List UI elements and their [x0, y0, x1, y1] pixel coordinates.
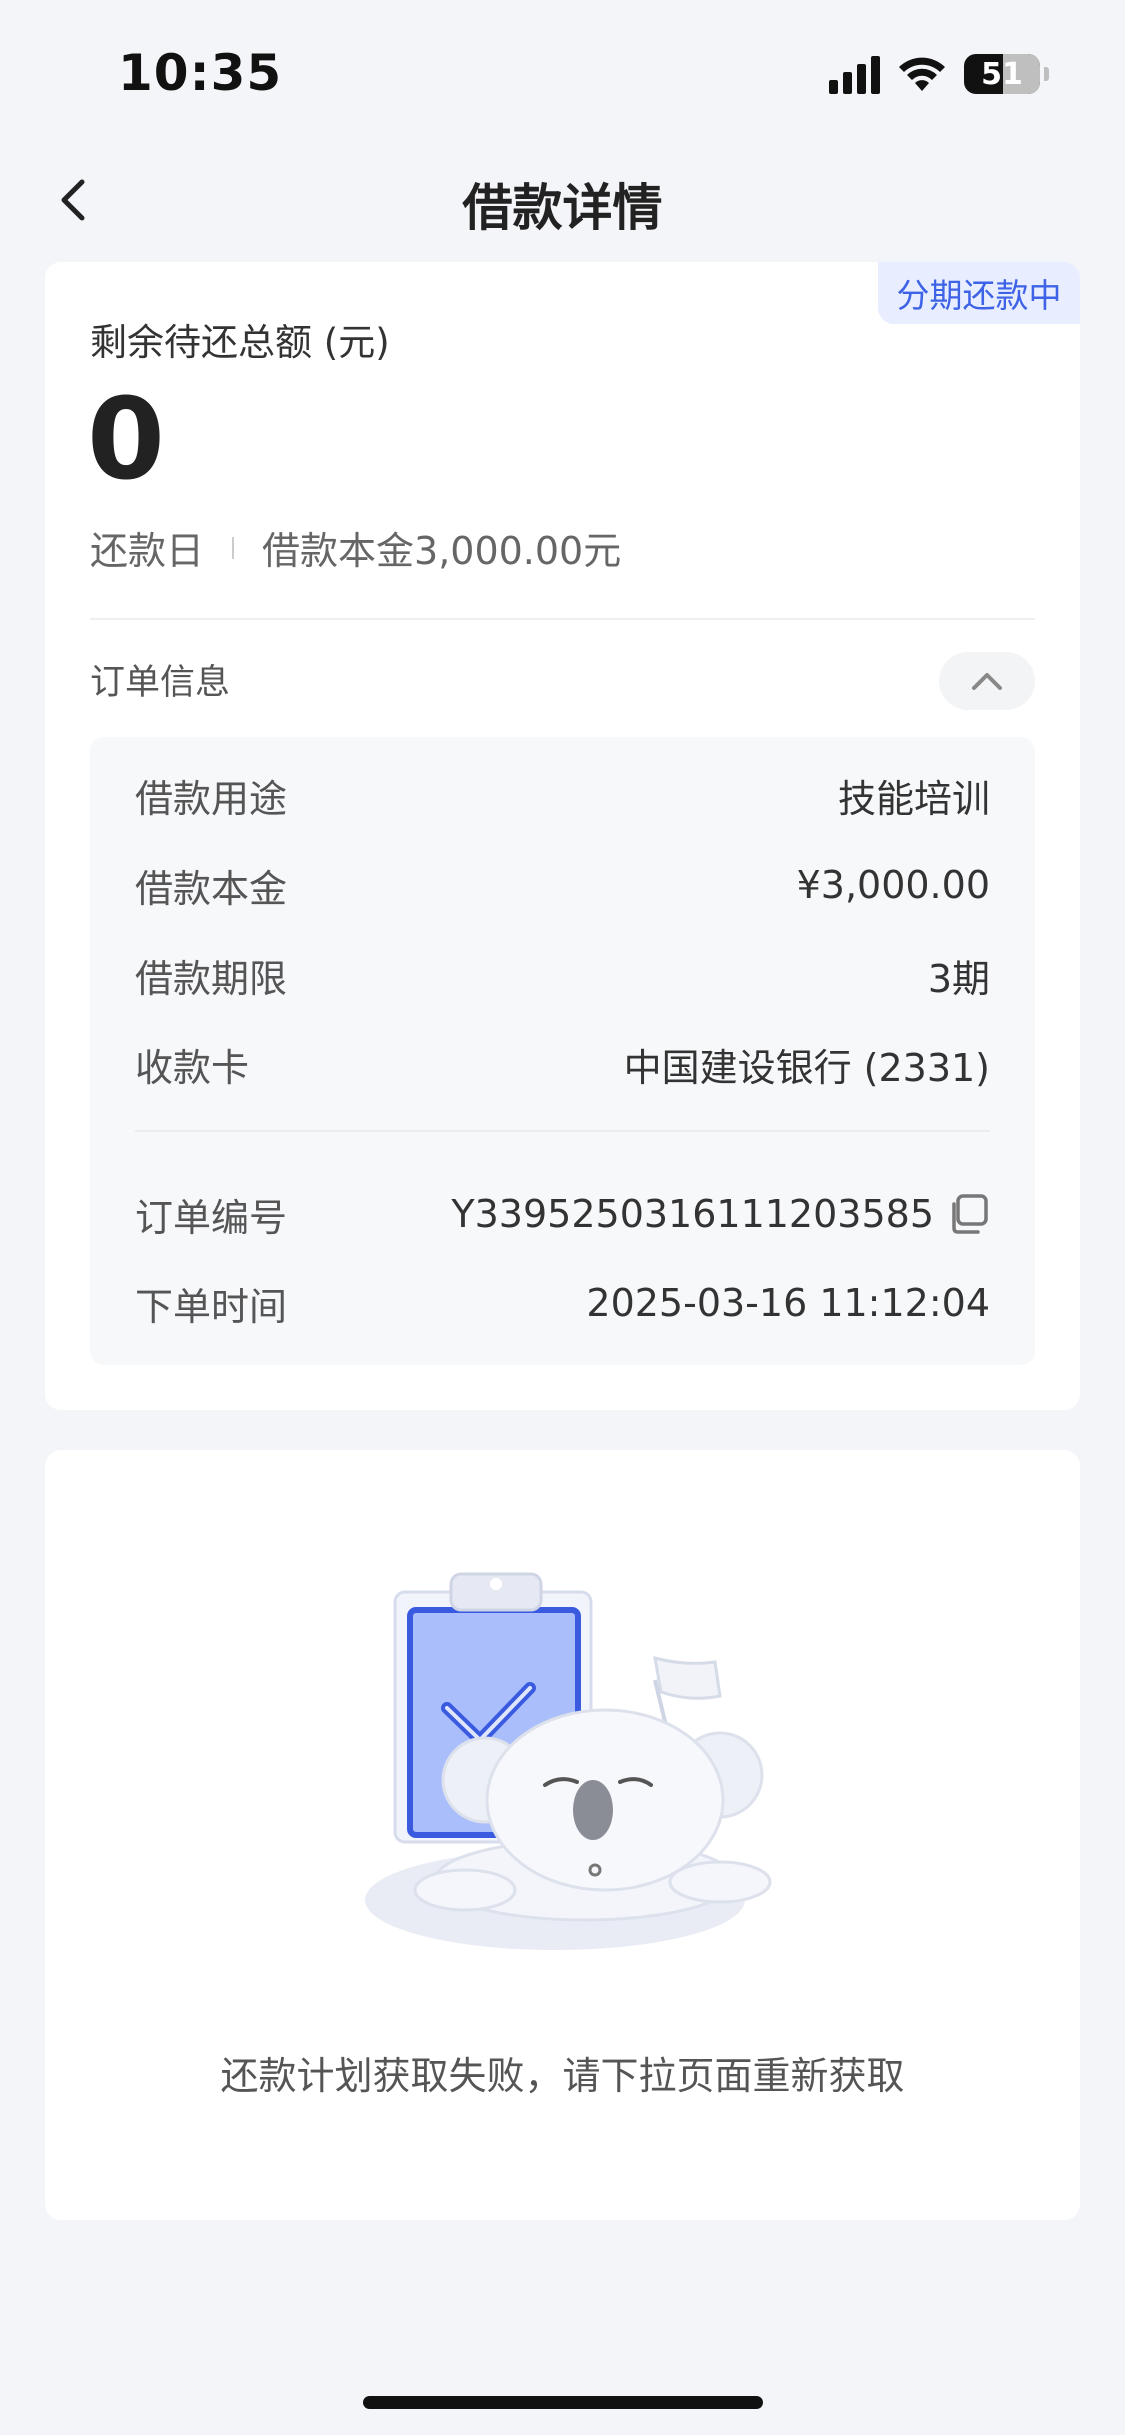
detail-label: 借款期限 [135, 956, 288, 1001]
detail-value: 3期 [927, 956, 990, 1001]
divider [90, 618, 1035, 620]
loan-summary-card: 分期还款中 剩余待还总额 (元) 0 还款日 借款本金3,000.00元 订单信… [45, 262, 1080, 1410]
detail-row-order-time: 下单时间 2025-03-16 11:12:04 [135, 1273, 990, 1333]
status-icons: 51 [829, 52, 1049, 96]
detail-row-order-number: 订单编号 Y3395250316111203585 [135, 1184, 990, 1244]
detail-value: 技能培训 [837, 776, 990, 821]
detail-label: 下单时间 [135, 1284, 288, 1329]
detail-label: 借款本金 [135, 866, 288, 911]
detail-value: ¥3,000.00 [796, 863, 990, 907]
remaining-total-amount: 0 [87, 375, 165, 505]
detail-label: 借款用途 [135, 776, 288, 821]
chevron-up-icon [972, 673, 1002, 690]
repay-day-label: 还款日 [90, 529, 205, 573]
repayment-plan-card: 还款计划获取失败，请下拉页面重新获取 [45, 1450, 1080, 2220]
detail-value: 中国建设银行 (2331) [623, 1045, 990, 1090]
battery-level: 51 [981, 56, 1023, 92]
status-badge: 分期还款中 [878, 262, 1080, 324]
battery-icon: 51 [964, 54, 1040, 94]
detail-label: 收款卡 [135, 1045, 250, 1090]
order-number-value: Y3395250316111203585 [451, 1192, 934, 1236]
detail-row-bank-card: 收款卡 中国建设银行 (2331) [135, 1034, 990, 1094]
order-detail-box: 借款用途 技能培训 借款本金 ¥3,000.00 借款期限 3期 收款卡 中国建… [90, 737, 1035, 1365]
divider [232, 536, 235, 559]
wifi-icon [899, 57, 945, 91]
collapse-order-info-button[interactable] [939, 652, 1035, 710]
loan-detail-page: 10:35 51 借款详情 分期还款中 剩余待还总额 (元) 0 还款日 借款本… [0, 0, 1125, 2435]
order-number-value-group: Y3395250316111203585 [451, 1192, 990, 1236]
principal-text: 借款本金3,000.00元 [262, 529, 622, 573]
detail-row-principal: 借款本金 ¥3,000.00 [135, 855, 990, 915]
cellular-signal-icon [829, 54, 880, 94]
order-info-title: 订单信息 [90, 663, 231, 703]
copy-icon[interactable] [948, 1192, 990, 1236]
status-bar: 10:35 51 [0, 0, 1125, 140]
status-time: 10:35 [118, 44, 283, 102]
plan-error-message: 还款计划获取失败，请下拉页面重新获取 [220, 2054, 905, 2098]
detail-label: 订单编号 [135, 1195, 288, 1240]
page-title: 借款详情 [462, 179, 663, 237]
repay-info-row: 还款日 借款本金3,000.00元 [90, 520, 621, 575]
detail-row-purpose: 借款用途 技能培训 [135, 765, 990, 825]
detail-value: 2025-03-16 11:12:04 [586, 1281, 990, 1325]
home-indicator[interactable] [363, 2396, 763, 2409]
divider [135, 1130, 990, 1132]
remaining-total-label: 剩余待还总额 (元) [90, 321, 390, 364]
sleeping-koala-clipboard-illustration [365, 1572, 772, 1950]
detail-row-term: 借款期限 3期 [135, 945, 990, 1005]
nav-bar: 借款详情 [0, 150, 1125, 250]
